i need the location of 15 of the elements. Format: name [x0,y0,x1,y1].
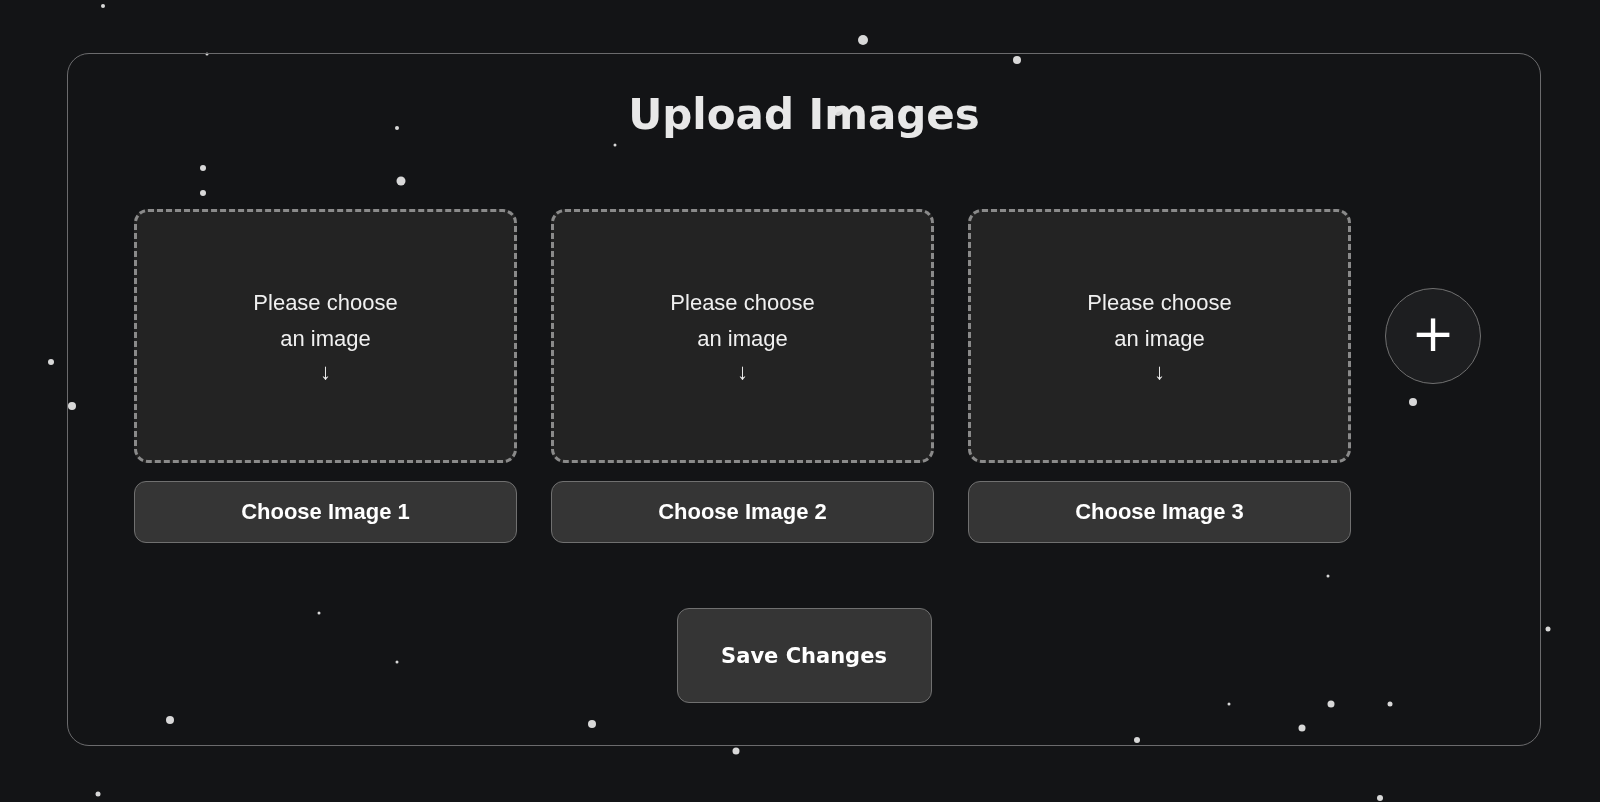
save-button[interactable]: Save Changes [676,608,932,703]
drop-prompt: Please choose an image [1086,289,1233,353]
add-image-button[interactable]: + [1385,288,1481,384]
image-drop-zone[interactable]: Please choose an image ↓ [134,209,517,463]
down-arrow-glyph: ↓ [1154,358,1165,386]
choose-image-button[interactable]: Choose Image 2 [551,481,934,543]
down-arrow-glyph: ↓ [320,358,331,386]
choose-image-button[interactable]: Choose Image 1 [134,481,517,543]
drop-prompt: Please choose an image [252,289,399,353]
choose-image-button[interactable]: Choose Image 3 [968,481,1351,543]
image-drop-zone[interactable]: Please choose an image ↓ [551,209,934,463]
image-drop-zone[interactable]: Please choose an image ↓ [968,209,1351,463]
page-title: Upload Images [628,90,980,139]
down-arrow-glyph: ↓ [737,358,748,386]
drop-prompt: Please choose an image [669,289,816,353]
